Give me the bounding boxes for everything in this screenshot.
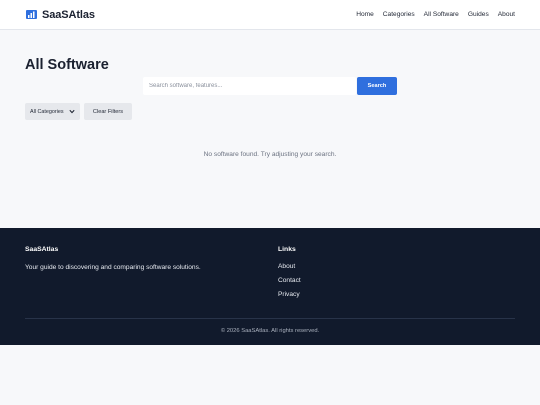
nav-link-categories[interactable]: Categories (383, 11, 415, 18)
nav-link-all-software[interactable]: All Software (424, 11, 459, 18)
page-title: All Software (25, 57, 109, 73)
nav-link-about[interactable]: About (498, 11, 515, 18)
search-button[interactable]: Search (357, 77, 397, 95)
nav-link-guides[interactable]: Guides (468, 11, 489, 18)
footer-brand-title: SaaSAtlas (25, 246, 59, 253)
footer-link-contact[interactable]: Contact (278, 277, 301, 285)
footer-link-privacy[interactable]: Privacy (278, 291, 301, 299)
page-bottom-area (0, 345, 540, 405)
category-select[interactable]: All Categories (25, 103, 80, 120)
brand-name: SaaSAtlas (42, 8, 95, 21)
clear-filters-button[interactable]: Clear Filters (84, 103, 132, 120)
footer-link-about[interactable]: About (278, 263, 301, 271)
search-input[interactable] (143, 77, 356, 95)
nav-link-home[interactable]: Home (356, 11, 374, 18)
main-content: All Software Search All Categories Clear… (0, 30, 540, 228)
footer-divider (25, 318, 515, 319)
footer-copyright: © 2026 SaaSAtlas. All rights reserved. (220, 328, 320, 334)
bar-chart-logo-icon (26, 10, 37, 19)
top-navbar: SaaSAtlas Home Categories All Software G… (0, 0, 540, 30)
footer-links-title: Links (278, 246, 296, 253)
empty-results-message: No software found. Try adjusting your se… (203, 151, 337, 158)
category-select-value: All Categories (30, 108, 64, 115)
site-footer: SaaSAtlas Your guide to discovering and … (0, 228, 540, 345)
chevron-down-icon (69, 109, 75, 114)
brand-logo[interactable]: SaaSAtlas (26, 9, 95, 21)
footer-links: About Contact Privacy (278, 263, 301, 299)
footer-tagline: Your guide to discovering and comparing … (25, 264, 201, 271)
main-nav: Home Categories All Software Guides Abou… (356, 11, 515, 18)
